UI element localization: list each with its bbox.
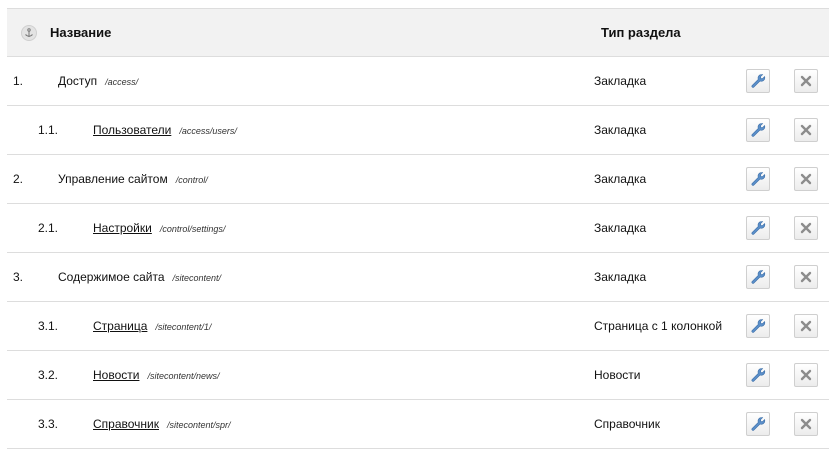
- section-type: Закладка: [594, 221, 647, 235]
- row-title: Управление сайтом/control/: [58, 172, 208, 186]
- section-link[interactable]: Справочник: [93, 417, 159, 431]
- row-title: Новости/sitecontent/news/: [93, 368, 220, 382]
- delete-button[interactable]: [794, 412, 818, 436]
- delete-button[interactable]: [794, 216, 818, 240]
- wrench-icon: [751, 74, 766, 88]
- edit-button[interactable]: [746, 216, 770, 240]
- delete-button[interactable]: [794, 69, 818, 93]
- edit-button[interactable]: [746, 69, 770, 93]
- row-number: 1.1.: [38, 123, 59, 137]
- column-header-name[interactable]: Название: [50, 25, 111, 40]
- edit-button[interactable]: [746, 118, 770, 142]
- section-path: /sitecontent/spr/: [167, 420, 231, 430]
- section-path: /sitecontent/: [172, 273, 222, 283]
- close-icon: [800, 222, 812, 234]
- table-header: Название Тип раздела: [7, 9, 829, 57]
- table-body: 1. Доступ/access/ Закладка 1.1. Пользова…: [7, 57, 829, 449]
- close-icon: [800, 75, 812, 87]
- delete-button[interactable]: [794, 167, 818, 191]
- wrench-icon: [751, 368, 766, 382]
- close-icon: [800, 320, 812, 332]
- row-title: Страница/sitecontent/1/: [93, 319, 211, 333]
- close-icon: [800, 418, 812, 430]
- row-title: Содержимое сайта/sitecontent/: [58, 270, 221, 284]
- delete-button[interactable]: [794, 265, 818, 289]
- row-title: Настройки/control/settings/: [93, 221, 225, 235]
- section-type: Справочник: [594, 417, 660, 431]
- row-number: 2.: [13, 172, 24, 186]
- edit-button[interactable]: [746, 167, 770, 191]
- edit-button[interactable]: [746, 314, 770, 338]
- delete-button[interactable]: [794, 314, 818, 338]
- table-row: 3.3. Справочник/sitecontent/spr/ Справоч…: [7, 400, 829, 449]
- section-type: Закладка: [594, 74, 647, 88]
- close-icon: [800, 369, 812, 381]
- section-name: Доступ: [58, 74, 98, 88]
- edit-button[interactable]: [746, 363, 770, 387]
- edit-button[interactable]: [746, 265, 770, 289]
- section-type: Закладка: [594, 123, 647, 137]
- table-row: 3.1. Страница/sitecontent/1/ Страница с …: [7, 302, 829, 351]
- delete-button[interactable]: [794, 363, 818, 387]
- section-path: /control/settings/: [159, 224, 226, 234]
- table-row: 3. Содержимое сайта/sitecontent/ Закладк…: [7, 253, 829, 302]
- section-link[interactable]: Настройки: [93, 221, 152, 235]
- row-number: 1.: [13, 74, 24, 88]
- section-link[interactable]: Пользователи: [93, 123, 171, 137]
- wrench-icon: [751, 319, 766, 333]
- section-link[interactable]: Новости: [93, 368, 139, 382]
- row-number: 3.3.: [38, 417, 59, 431]
- section-type: Закладка: [594, 172, 647, 186]
- sort-button[interactable]: [21, 25, 37, 41]
- row-number: 3.2.: [38, 368, 59, 382]
- section-path: /access/: [105, 77, 139, 87]
- row-title: Доступ/access/: [58, 74, 138, 88]
- edit-button[interactable]: [746, 412, 770, 436]
- column-header-type[interactable]: Тип раздела: [601, 25, 681, 40]
- anchor-icon: [25, 28, 33, 37]
- close-icon: [800, 271, 812, 283]
- wrench-icon: [751, 417, 766, 431]
- section-path: /control/: [175, 175, 208, 185]
- section-type: Новости: [594, 368, 641, 382]
- wrench-icon: [751, 221, 766, 235]
- sections-table: Название Тип раздела 1. Доступ/access/ З…: [7, 8, 829, 449]
- section-path: /sitecontent/1/: [155, 322, 212, 332]
- row-number: 3.1.: [38, 319, 59, 333]
- section-type: Страница с 1 колонкой: [594, 319, 723, 333]
- table-row: 3.2. Новости/sitecontent/news/ Новости: [7, 351, 829, 400]
- row-number: 2.1.: [38, 221, 59, 235]
- section-name: Содержимое сайта: [58, 270, 165, 284]
- wrench-icon: [751, 172, 766, 186]
- wrench-icon: [751, 270, 766, 284]
- table-row: 2.1. Настройки/control/settings/ Закладк…: [7, 204, 829, 253]
- section-path: /access/users/: [179, 126, 237, 136]
- section-link[interactable]: Страница: [93, 319, 147, 333]
- section-path: /sitecontent/news/: [147, 371, 220, 381]
- wrench-icon: [751, 123, 766, 137]
- table-row: 1. Доступ/access/ Закладка: [7, 57, 829, 106]
- section-name: Управление сайтом: [58, 172, 168, 186]
- table-row: 2. Управление сайтом/control/ Закладка: [7, 155, 829, 204]
- row-number: 3.: [13, 270, 24, 284]
- close-icon: [800, 173, 812, 185]
- section-type: Закладка: [594, 270, 647, 284]
- table-row: 1.1. Пользователи/access/users/ Закладка: [7, 106, 829, 155]
- delete-button[interactable]: [794, 118, 818, 142]
- close-icon: [800, 124, 812, 136]
- row-title: Пользователи/access/users/: [93, 123, 237, 137]
- row-title: Справочник/sitecontent/spr/: [93, 417, 231, 431]
